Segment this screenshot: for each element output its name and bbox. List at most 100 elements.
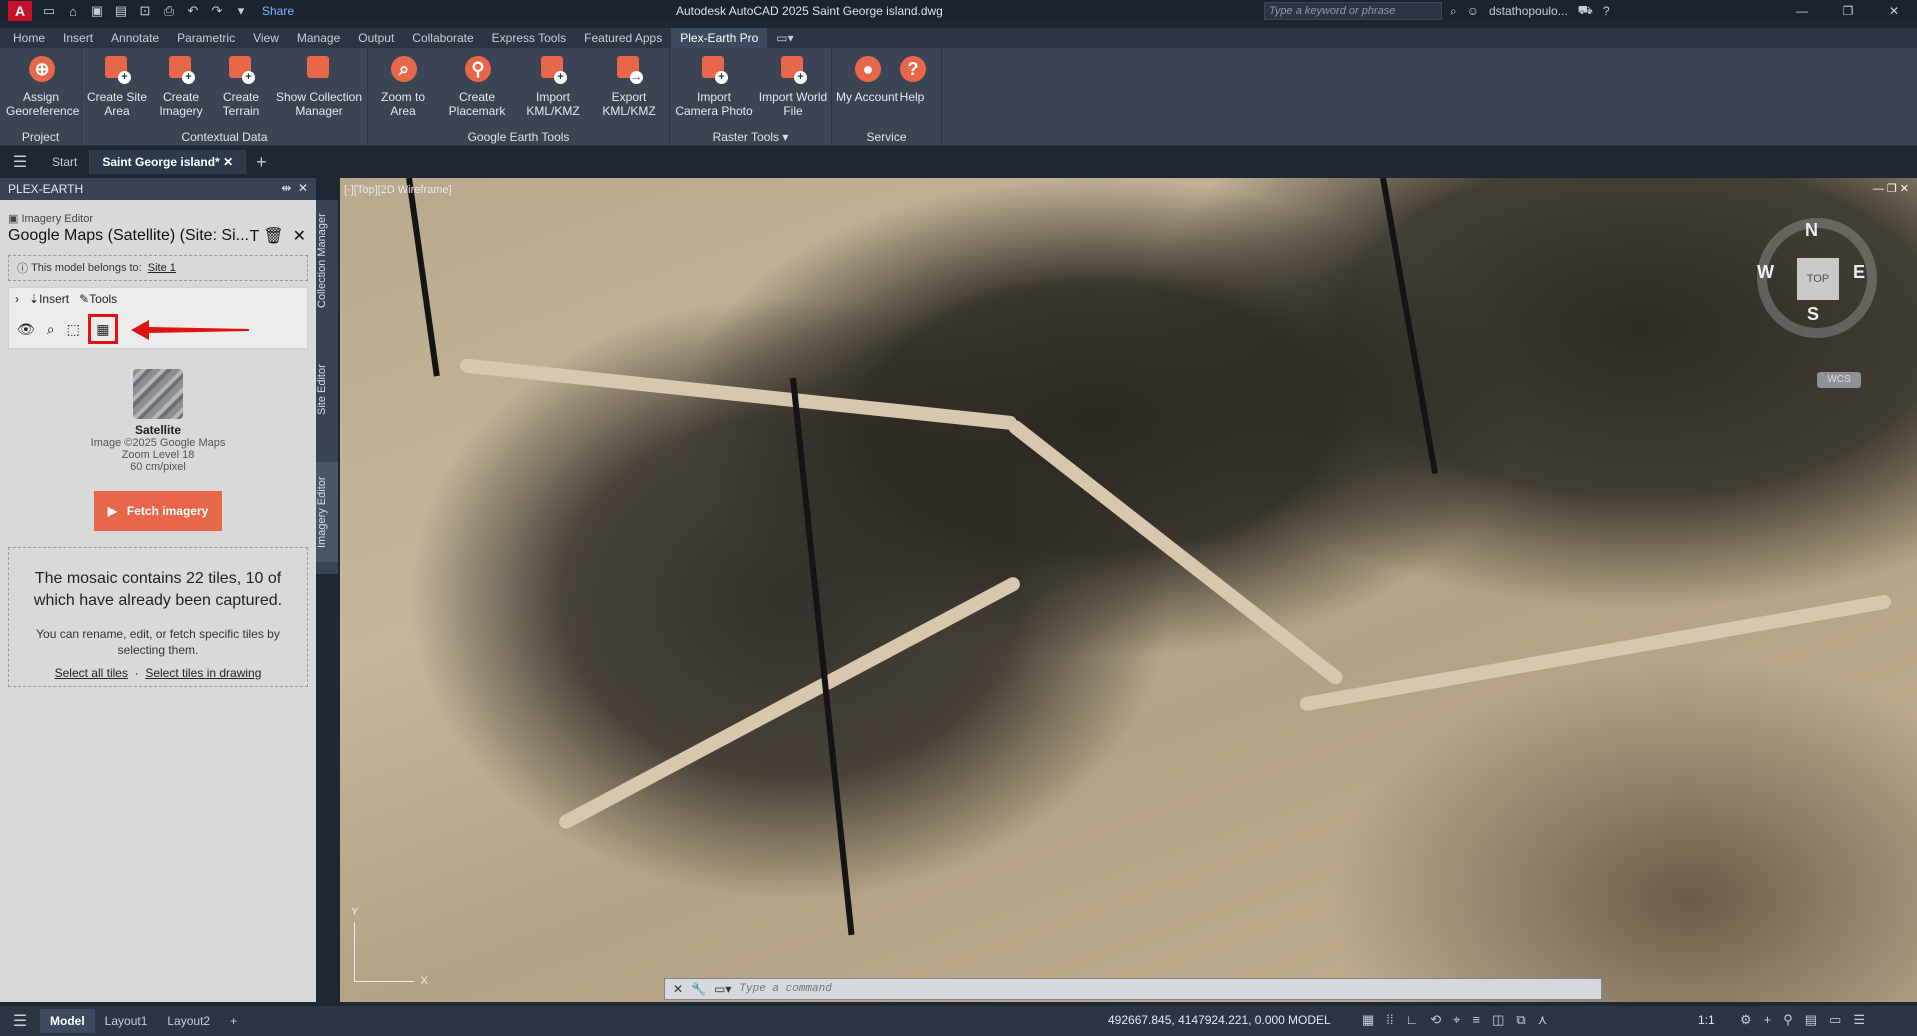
viewcube-top[interactable]: TOP (1797, 258, 1839, 300)
delete-icon[interactable]: 🗑 (263, 228, 283, 245)
snap-icon[interactable]: ⁞⁞ (1386, 1012, 1393, 1028)
share-button[interactable]: Share (262, 4, 294, 18)
hardware-icon[interactable]: ▤ (1805, 1012, 1817, 1028)
tab-insert[interactable]: Insert (54, 28, 102, 48)
osnap-icon[interactable]: ⌖ (1453, 1012, 1460, 1028)
rename-icon[interactable]: T (249, 228, 258, 245)
import-world-file-button[interactable]: + Import World File (758, 54, 828, 118)
save-as-icon[interactable]: ▤ (112, 3, 130, 19)
save-icon[interactable]: ▣ (88, 3, 106, 19)
wcs-menu[interactable]: WCS (1817, 372, 1861, 388)
zoom-icon[interactable]: ⌕ (47, 321, 55, 338)
select-region-icon[interactable]: ⬚ (67, 321, 80, 338)
side-tab-imagery-editor[interactable]: Imagery Editor (316, 462, 338, 562)
qat-dropdown-icon[interactable]: ▾ (232, 3, 250, 19)
zoom-to-area-button[interactable]: ⌕ Zoom to Area (368, 54, 438, 118)
search-input[interactable]: Type a keyword or phrase (1264, 2, 1442, 20)
side-tab-site-editor[interactable]: Site Editor (316, 350, 338, 430)
ribbon-options-icon[interactable]: ▭▾ (767, 28, 802, 48)
customize-icon[interactable]: ☰ (1853, 1012, 1865, 1028)
show-collection-manager-button[interactable]: Show Collection Manager (272, 54, 366, 118)
tab-parametric[interactable]: Parametric (168, 28, 244, 48)
drawing-viewport[interactable]: [-][Top][2D Wireframe] — ❐ ✕ N S E W TOP… (340, 178, 1917, 1002)
print-icon[interactable]: ⎙ (160, 3, 178, 19)
transparency-icon[interactable]: ◫ (1492, 1012, 1504, 1028)
export-kml-button[interactable]: → Export KML/KMZ (594, 54, 664, 118)
viewcube[interactable]: N S E W TOP (1757, 218, 1877, 338)
select-all-tiles-link[interactable]: Select all tiles (55, 666, 128, 680)
open-file-icon[interactable]: ⌂ (64, 4, 82, 19)
compass-west[interactable]: W (1757, 262, 1774, 283)
search-icon[interactable]: ⌕ (1450, 4, 1457, 19)
fullscreen-icon[interactable]: ▭ (1829, 1012, 1841, 1028)
site-link[interactable]: Site 1 (148, 262, 176, 274)
tab-layout1[interactable]: Layout1 (95, 1009, 158, 1033)
user-icon[interactable]: ☺ (1467, 4, 1479, 18)
minimize-icon[interactable]: — (1779, 0, 1825, 22)
help-button[interactable]: ? Help (884, 54, 940, 104)
new-layout-icon[interactable]: + (220, 1009, 247, 1033)
lineweight-icon[interactable]: ≡ (1473, 1012, 1481, 1028)
create-site-area-button[interactable]: + Create Site Area (82, 54, 152, 118)
polar-icon[interactable]: ⟲ (1430, 1012, 1441, 1028)
undo-icon[interactable]: ↶ (184, 3, 202, 19)
gear-icon[interactable]: ⚙ (1740, 1012, 1752, 1028)
close-window-icon[interactable]: ✕ (1871, 0, 1917, 22)
visibility-eye-icon[interactable]: 👁 (17, 321, 35, 338)
tile-grid-icon[interactable]: ▦ (87, 314, 118, 344)
tab-output[interactable]: Output (349, 28, 403, 48)
web-icon[interactable]: ⊡ (136, 3, 154, 19)
assign-georeference-button[interactable]: ⊕ Assign Georeference (6, 54, 79, 118)
create-placemark-button[interactable]: ⚲ Create Placemark (442, 54, 512, 118)
insert-button[interactable]: ⇣Insert (29, 292, 69, 306)
satellite-thumbnail[interactable] (133, 369, 183, 419)
hamburger-menu-icon[interactable]: ☰ (0, 152, 40, 172)
layout-menu-icon[interactable]: ☰ (0, 1011, 40, 1031)
tab-plex-earth-pro[interactable]: Plex-Earth Pro (671, 28, 768, 48)
new-file-icon[interactable]: ▭ (40, 3, 58, 19)
tab-start[interactable]: Start (40, 150, 91, 174)
close-palette-icon[interactable]: ✕ (298, 181, 308, 195)
tab-drawing[interactable]: Saint George island* ✕ (90, 150, 247, 174)
import-camera-photo-button[interactable]: + Import Camera Photo (674, 54, 754, 118)
close-editor-icon[interactable]: ✕ (293, 228, 306, 245)
create-terrain-button[interactable]: + Create Terrain (206, 54, 276, 118)
tab-layout2[interactable]: Layout2 (157, 1009, 220, 1033)
tab-express-tools[interactable]: Express Tools (483, 28, 575, 48)
compass-north[interactable]: N (1805, 220, 1818, 241)
viewport-label[interactable]: [-][Top][2D Wireframe] (344, 184, 452, 196)
tab-featured-apps[interactable]: Featured Apps (575, 28, 671, 48)
command-settings-icon[interactable]: 🔧 (691, 982, 706, 996)
new-tab-icon[interactable]: + (256, 152, 267, 173)
group-label-raster[interactable]: Raster Tools ▾ (670, 130, 831, 144)
tab-collaborate[interactable]: Collaborate (403, 28, 482, 48)
plus-icon[interactable]: + (1764, 1012, 1772, 1028)
tab-view[interactable]: View (244, 28, 288, 48)
command-history-icon[interactable]: ▭▾ (714, 982, 731, 996)
tab-home[interactable]: Home (4, 28, 54, 48)
tab-model[interactable]: Model (40, 1009, 95, 1033)
command-input[interactable]: Type a command (739, 983, 831, 995)
coordinates-readout[interactable]: 492667.845, 4147924.221, 0.000 (1108, 1013, 1285, 1027)
annotation-icon[interactable]: ⋏ (1538, 1012, 1548, 1028)
cart-icon[interactable]: ⛟ (1578, 3, 1593, 19)
expand-chevron-icon[interactable]: › (15, 292, 19, 306)
close-tab-icon[interactable]: ✕ (223, 155, 233, 169)
command-line[interactable]: ✕ 🔧 ▭▾ Type a command (664, 978, 1602, 1000)
ortho-icon[interactable]: ∟ (1406, 1012, 1419, 1028)
restore-icon[interactable]: ❐ (1825, 0, 1871, 22)
selection-cycling-icon[interactable]: ⧉ (1516, 1012, 1525, 1028)
help-icon[interactable]: ? (1603, 4, 1610, 18)
fetch-imagery-button[interactable]: ▶ Fetch imagery (94, 491, 222, 531)
redo-icon[interactable]: ↷ (208, 3, 226, 19)
select-tiles-in-drawing-link[interactable]: Select tiles in drawing (145, 666, 261, 680)
side-tab-collection-manager[interactable]: Collection Manager (316, 206, 338, 316)
user-name[interactable]: dstathopoulo... (1489, 4, 1568, 18)
autocad-logo-icon[interactable]: A (8, 1, 32, 21)
tools-button[interactable]: ✎Tools (79, 292, 117, 306)
viewport-window-controls[interactable]: — ❐ ✕ (1873, 182, 1909, 195)
compass-east[interactable]: E (1853, 262, 1865, 283)
command-close-icon[interactable]: ✕ (673, 982, 683, 996)
model-space-toggle[interactable]: MODEL (1288, 1013, 1331, 1027)
tab-annotate[interactable]: Annotate (102, 28, 168, 48)
